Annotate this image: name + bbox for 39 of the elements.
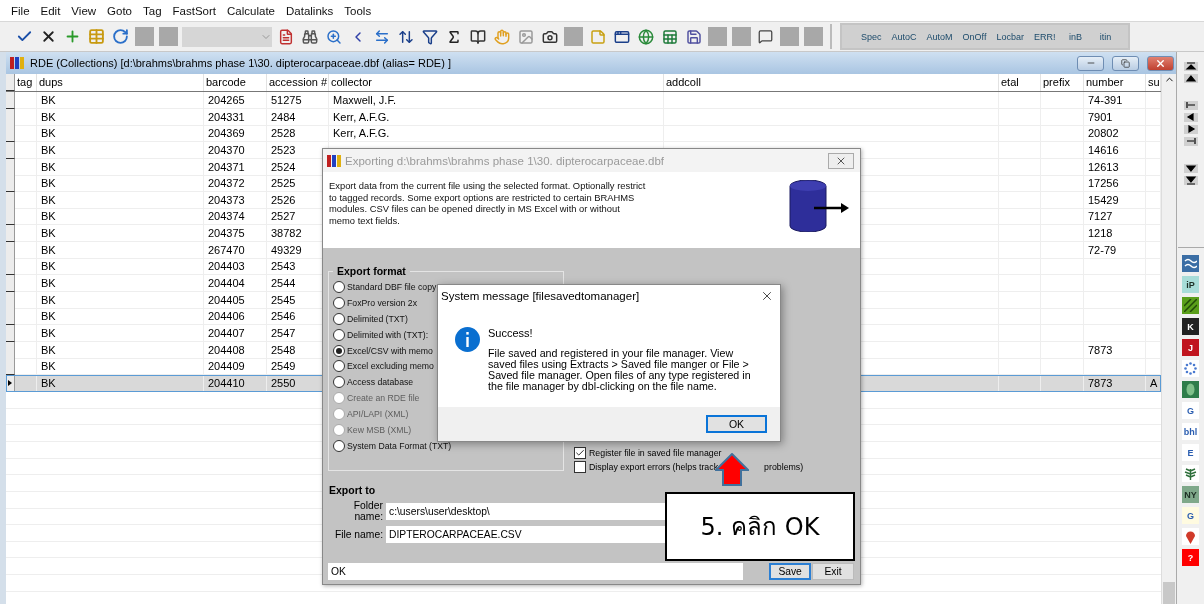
message-heading: Success! — [488, 327, 534, 339]
table-cell: BK — [37, 374, 204, 392]
table-cell: 204370 — [204, 141, 267, 159]
table-cell: 204405 — [204, 291, 267, 309]
group-title: Export format — [336, 265, 407, 277]
checkbox-label: Register file in saved file manager — [589, 448, 722, 458]
field-label: Folder name: — [352, 500, 383, 522]
message-title: System message [filesavedtomanager] — [441, 290, 640, 302]
table-cell: 204331 — [204, 108, 267, 126]
field-label: File name: — [333, 529, 383, 540]
table-cell: 204410 — [204, 374, 267, 392]
table-cell: 204371 — [204, 158, 267, 176]
table-cell: BK — [37, 191, 204, 209]
section-title: Export to — [329, 484, 377, 496]
table-cell: 72-79 — [1084, 241, 1146, 259]
table-cell: 204408 — [204, 341, 267, 359]
table-cell: 15429 — [1084, 191, 1146, 209]
checkbox-label: problems) — [764, 462, 804, 472]
table-cell: BK — [37, 108, 204, 126]
table-cell: 7873 — [1084, 374, 1146, 392]
table-cell: 7901 — [1084, 108, 1146, 126]
table-cell: BK — [37, 158, 204, 176]
table-cell: BK — [37, 341, 204, 359]
table-cell: BK — [37, 241, 204, 259]
window-title: RDE (Collections) [d:\brahms\brahms phase 1\30. dipterocarpaceae.dbf (alias= RDE) ] — [30, 57, 452, 69]
table-cell: BK — [37, 324, 204, 342]
table-cell: Kerr, A.F.G. — [329, 108, 664, 126]
table-cell: BK — [37, 141, 204, 159]
table-cell: 2484 — [267, 108, 329, 126]
table-cell: 14616 — [1084, 141, 1146, 159]
table-cell: 7873 — [1084, 341, 1146, 359]
annotation-callout: 5. คลิก OK — [665, 492, 855, 561]
dialog-title: Exporting d:\brahms\brahms phase 1\30. dipterocarpaceae.dbf — [345, 154, 665, 167]
checkbox-label: Display export errors (helps track — [589, 462, 719, 472]
table-cell: 267470 — [204, 241, 267, 259]
table-cell: BK — [37, 291, 204, 309]
table-cell: 12613 — [1084, 158, 1146, 176]
table-cell: 204373 — [204, 191, 267, 209]
table-cell: 204407 — [204, 324, 267, 342]
